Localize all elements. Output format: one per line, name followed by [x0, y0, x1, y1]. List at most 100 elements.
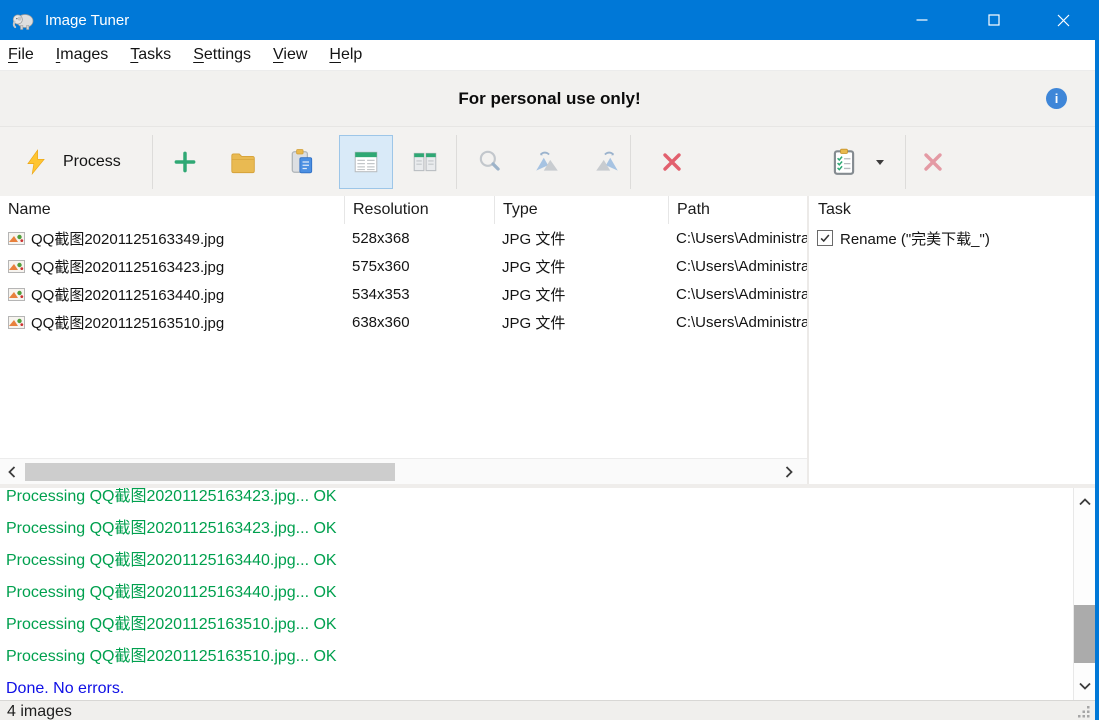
horizontal-scroll-thumb[interactable]: [25, 463, 395, 481]
resize-grip-icon[interactable]: [1076, 704, 1091, 719]
task-panel: Task Rename ("完美下载_"): [809, 196, 1095, 484]
table-row[interactable]: QQ截图20201125163440.jpg 534x353JPG 文件C:\Us…: [0, 280, 807, 308]
image-thumbnail-icon: [8, 288, 25, 301]
menu-item-settings[interactable]: Settings: [182, 43, 262, 67]
log-line: Processing QQ截图20201125163423.jpg... OK: [6, 488, 1073, 513]
file-name: QQ截图20201125163423.jpg: [31, 256, 224, 277]
chevron-right-icon: [785, 466, 793, 478]
table-row[interactable]: QQ截图20201125163349.jpg528x368JPG 文件C:\Us…: [0, 224, 807, 252]
vertical-scroll-thumb[interactable]: [1074, 605, 1095, 663]
file-resolution: 534x353: [344, 280, 494, 308]
file-name: QQ截图20201125163349.jpg: [31, 228, 224, 249]
menu-item-tasks[interactable]: Tasks: [119, 43, 182, 67]
maximize-button[interactable]: [971, 0, 1017, 40]
folder-icon: [229, 149, 256, 176]
elephant-app-icon: [11, 8, 35, 32]
remove-task-button[interactable]: [911, 135, 955, 189]
task-item[interactable]: Rename ("完美下载_"): [809, 224, 1095, 252]
file-name-cell: QQ截图20201125163349.jpg: [0, 224, 344, 252]
log-line: Processing QQ截图20201125163440.jpg... OK: [6, 545, 1073, 577]
toolbar-separator: [630, 135, 631, 189]
remove-image-button[interactable]: [650, 135, 694, 189]
column-header-resolution[interactable]: Resolution: [344, 196, 494, 224]
file-path: C:\Users\Administrator: [668, 280, 807, 308]
info-icon[interactable]: i: [1046, 88, 1067, 109]
content-area: NameResolutionTypePath QQ截图2020112516334…: [0, 196, 1099, 484]
details-view-icon: [352, 148, 380, 176]
file-resolution: 575x360: [344, 252, 494, 280]
log-line: Processing QQ截图20201125163510.jpg... OK: [6, 641, 1073, 673]
filelist-body: QQ截图20201125163349.jpg528x368JPG 文件C:\Us…: [0, 224, 807, 336]
file-name: QQ截图20201125163440.jpg: [31, 284, 224, 305]
chevron-down-icon: [1079, 682, 1091, 690]
image-tuner-window: Image Tuner FileImagesTasksSettingsViewH…: [0, 0, 1099, 720]
check-icon: [819, 232, 831, 244]
log-line: Processing QQ截图20201125163423.jpg... OK: [6, 513, 1073, 545]
window-right-border: [1095, 40, 1099, 720]
magnifier-icon: [476, 148, 504, 176]
rotate-left-button: [525, 135, 569, 189]
file-path: C:\Users\Administrator: [668, 308, 807, 336]
menu-accelerator: S: [193, 46, 204, 63]
scroll-left-arrow[interactable]: [1, 459, 23, 484]
menu-accelerator: H: [329, 46, 341, 63]
menu-accelerator: V: [273, 46, 283, 63]
image-thumbnail-icon: [8, 232, 25, 245]
task-checkbox[interactable]: [817, 230, 833, 246]
file-resolution: 528x368: [344, 224, 494, 252]
log-panel: Processing QQ截图20201125163423.jpg... OKP…: [0, 488, 1073, 700]
menu-accelerator: T: [130, 46, 138, 63]
column-header-path[interactable]: Path: [668, 196, 807, 224]
menu-accelerator: I: [56, 46, 60, 63]
image-count: 4 images: [7, 703, 72, 720]
table-row[interactable]: QQ截图20201125163423.jpg575x360JPG 文件C:\Us…: [0, 252, 807, 280]
file-type: JPG 文件: [494, 252, 668, 280]
filelist-header: NameResolutionTypePath: [0, 196, 807, 224]
log-content: Processing QQ截图20201125163423.jpg... OKP…: [0, 488, 1073, 700]
rotate-left-icon: [533, 148, 561, 176]
plus-icon: [172, 149, 198, 175]
task-list: Rename ("完美下载_"): [809, 224, 1095, 252]
vertical-scrollbar[interactable]: [1073, 488, 1095, 700]
menu-item-help[interactable]: Help: [318, 43, 373, 67]
log-line: Processing QQ截图20201125163440.jpg... OK: [6, 577, 1073, 609]
license-banner: For personal use only! i: [0, 71, 1099, 126]
process-label: Process: [63, 153, 121, 171]
details-view-button[interactable]: [339, 135, 393, 189]
rotate-right-icon: [593, 148, 621, 176]
scroll-up-arrow[interactable]: [1074, 491, 1095, 513]
file-type: JPG 文件: [494, 308, 668, 336]
menu-item-images[interactable]: Images: [45, 43, 119, 67]
thumbnails-view-button[interactable]: [398, 135, 452, 189]
horizontal-scrollbar[interactable]: [0, 458, 807, 484]
file-name: QQ截图20201125163510.jpg: [31, 312, 224, 333]
add-images-button[interactable]: [163, 135, 207, 189]
log-line: Processing QQ截图20201125163510.jpg... OK: [6, 609, 1073, 641]
process-button[interactable]: Process: [6, 135, 148, 189]
file-path: C:\Users\Administrator: [668, 224, 807, 252]
file-name-cell: QQ截图20201125163423.jpg: [0, 252, 344, 280]
close-icon: [1057, 14, 1070, 27]
lightning-icon: [23, 149, 49, 175]
menu-item-view[interactable]: View: [262, 43, 318, 67]
chevron-down-icon[interactable]: [876, 160, 884, 165]
file-type: JPG 文件: [494, 280, 668, 308]
toolbar-separator: [905, 135, 906, 189]
file-name-cell: QQ截图20201125163510.jpg: [0, 308, 344, 336]
column-header-name[interactable]: Name: [0, 196, 344, 224]
add-folder-button[interactable]: [220, 135, 264, 189]
menu-item-file[interactable]: File: [0, 43, 45, 67]
task-list-button[interactable]: [812, 135, 900, 189]
scroll-down-arrow[interactable]: [1074, 675, 1095, 697]
column-header-type[interactable]: Type: [494, 196, 668, 224]
file-list: NameResolutionTypePath QQ截图2020112516334…: [0, 196, 807, 484]
minimize-button[interactable]: [899, 0, 945, 40]
close-button[interactable]: [1040, 0, 1086, 40]
scroll-right-arrow[interactable]: [778, 459, 800, 484]
paste-button[interactable]: [280, 135, 324, 189]
toolbar: Process: [0, 126, 1099, 196]
red-x-icon: [921, 150, 945, 174]
menu-accelerator: F: [8, 46, 18, 63]
chevron-up-icon: [1079, 498, 1091, 506]
table-row[interactable]: QQ截图20201125163510.jpg638x360JPG 文件C:\Us…: [0, 308, 807, 336]
